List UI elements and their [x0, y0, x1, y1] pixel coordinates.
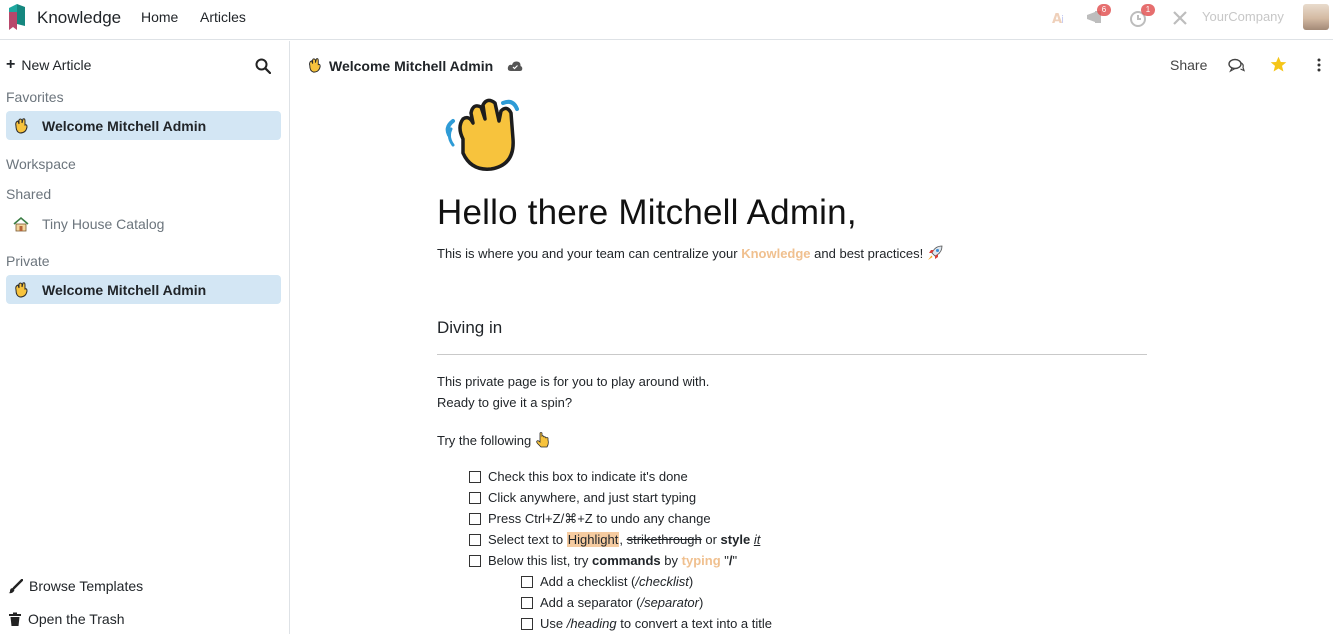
article-intro[interactable]: This is where you and your team can cent…	[437, 245, 943, 261]
svg-text:i: i	[1061, 13, 1064, 26]
app-name[interactable]: Knowledge	[37, 8, 121, 28]
article-name[interactable]: Welcome Mitchell Admin	[329, 58, 493, 74]
checklist-item-1[interactable]: Check this box to indicate it's done	[469, 469, 688, 484]
messages-badge: 6	[1097, 4, 1111, 16]
favorite-item-welcome[interactable]: Welcome Mitchell Admin	[6, 111, 281, 140]
company-switcher[interactable]: YourCompany	[1202, 9, 1284, 24]
activity-badge: 1	[1141, 4, 1155, 16]
checklist-item-text: Press Ctrl+Z/⌘+Z to undo any change	[488, 511, 711, 526]
checklist-command: /checklist	[635, 574, 689, 589]
user-avatar[interactable]	[1303, 4, 1329, 30]
cloud-saved-icon	[507, 60, 523, 71]
checklist-item-text: Check this box to indicate it's done	[488, 469, 688, 484]
paragraph-ready[interactable]: Ready to give it a spin?	[437, 395, 572, 410]
checklist-subitem-2[interactable]: Add a separator (/separator)	[521, 595, 703, 610]
private-item-welcome[interactable]: Welcome Mitchell Admin	[6, 275, 281, 304]
workspace-section-label[interactable]: Workspace	[6, 156, 76, 172]
open-trash-button[interactable]: Open the Trash	[8, 611, 125, 627]
checklist-item-2[interactable]: Click anywhere, and just start typing	[469, 490, 696, 505]
checkbox[interactable]	[469, 470, 481, 483]
intro-text-end: and best practices!	[810, 246, 927, 261]
intro-text-start: This is where you and your team can cent…	[437, 246, 742, 261]
waving-hand-icon	[15, 117, 28, 134]
checkbox[interactable]	[521, 617, 533, 630]
article-breadcrumb: Welcome Mitchell Admin	[306, 57, 523, 74]
article-title[interactable]: Hello there Mitchell Admin,	[437, 193, 857, 233]
or-text: or	[701, 532, 721, 547]
checklist-item-3[interactable]: Press Ctrl+Z/⌘+Z to undo any change	[469, 511, 711, 527]
checklist-item-text: Click anywhere, and just start typing	[488, 490, 697, 505]
checkbox[interactable]	[469, 554, 481, 567]
new-article-button[interactable]: + New Article	[6, 56, 92, 74]
knowledge-sidebar: + New Article Favorites Welcome Mitchell…	[0, 41, 290, 634]
strikethrough-sample: strikethrough	[626, 532, 702, 547]
highlight-sample: Highlight	[566, 532, 620, 547]
subitem-paren: )	[699, 595, 704, 610]
nav-articles[interactable]: Articles	[200, 9, 246, 25]
commands-text: commands	[592, 553, 661, 568]
quote-close: "	[732, 553, 738, 568]
shared-item-label: Tiny House Catalog	[42, 215, 165, 232]
typing-text: typing	[681, 553, 721, 568]
checklist-item-text: Below this list, try	[488, 553, 593, 568]
share-button[interactable]: Share	[1170, 57, 1207, 73]
checkbox[interactable]	[469, 533, 481, 546]
nav-home[interactable]: Home	[141, 9, 178, 25]
by-text: by	[660, 553, 682, 568]
comments-icon[interactable]	[1228, 58, 1245, 73]
checkbox[interactable]	[469, 513, 481, 525]
quote-open: "	[720, 553, 729, 568]
checkbox[interactable]	[521, 575, 533, 588]
private-section-label[interactable]: Private	[6, 253, 50, 269]
favorites-section-label: Favorites	[6, 89, 64, 105]
subitem-text: Use	[540, 616, 567, 631]
favorite-star-icon[interactable]	[1270, 56, 1287, 73]
ai-icon[interactable]: A i	[1050, 8, 1072, 28]
checklist-item-5[interactable]: Below this list, try commands by typing …	[469, 553, 737, 568]
heading-command: /heading	[566, 616, 617, 631]
article-cover-waving-hand-icon[interactable]	[443, 93, 525, 175]
paragraph-private-page[interactable]: This private page is for you to play aro…	[437, 374, 709, 389]
shared-item-tiny-house[interactable]: Tiny House Catalog	[6, 209, 281, 238]
checklist-item-4[interactable]: Select text to Highlight, strikethrough …	[469, 532, 760, 547]
subitem-text: Add a checklist (	[540, 574, 636, 589]
open-trash-label: Open the Trash	[28, 611, 125, 627]
subitem-tail: to convert a text into a title	[616, 616, 772, 631]
comma-text: ,	[619, 532, 627, 547]
house-icon	[13, 216, 29, 231]
subitem-paren: )	[688, 574, 694, 589]
checklist-subitem-1[interactable]: Add a checklist (/checklist)	[521, 574, 693, 589]
try-following-label: Try the following	[437, 433, 535, 448]
section-divider	[437, 354, 1147, 355]
section-heading-diving-in[interactable]: Diving in	[437, 318, 502, 338]
browse-templates-label: Browse Templates	[29, 578, 144, 594]
checklist-item-text: Select text to	[488, 532, 567, 547]
debug-tools-icon[interactable]	[1170, 8, 1192, 28]
knowledge-app-logo[interactable]	[7, 4, 27, 30]
rocket-icon	[927, 245, 943, 260]
favorite-item-label: Welcome Mitchell Admin	[42, 117, 207, 134]
intro-keyword: Knowledge	[741, 246, 811, 261]
subitem-text: Add a separator (	[540, 595, 641, 610]
style-sample: style	[720, 532, 751, 547]
private-item-label: Welcome Mitchell Admin	[42, 281, 207, 298]
checkbox[interactable]	[521, 596, 533, 609]
shared-section-label[interactable]: Shared	[6, 186, 51, 202]
top-navbar: Knowledge Home Articles A i 6 1 YourComp…	[0, 0, 1333, 40]
waving-hand-icon	[309, 58, 321, 73]
pointing-down-icon	[536, 432, 549, 448]
new-article-label: New Article	[21, 57, 92, 73]
it-sample: it	[753, 532, 761, 547]
paragraph-try-following[interactable]: Try the following	[437, 432, 550, 448]
checkbox[interactable]	[469, 491, 481, 504]
waving-hand-icon	[15, 281, 28, 298]
search-icon[interactable]	[255, 58, 271, 74]
checklist-subitem-3[interactable]: Use /heading to convert a text into a ti…	[521, 616, 772, 631]
paintbrush-icon	[8, 578, 23, 593]
trash-icon	[9, 612, 21, 626]
more-options-icon[interactable]	[1317, 58, 1321, 72]
browse-templates-button[interactable]: Browse Templates	[8, 578, 143, 594]
separator-command: /separator	[640, 595, 699, 610]
plus-icon: +	[6, 56, 16, 73]
